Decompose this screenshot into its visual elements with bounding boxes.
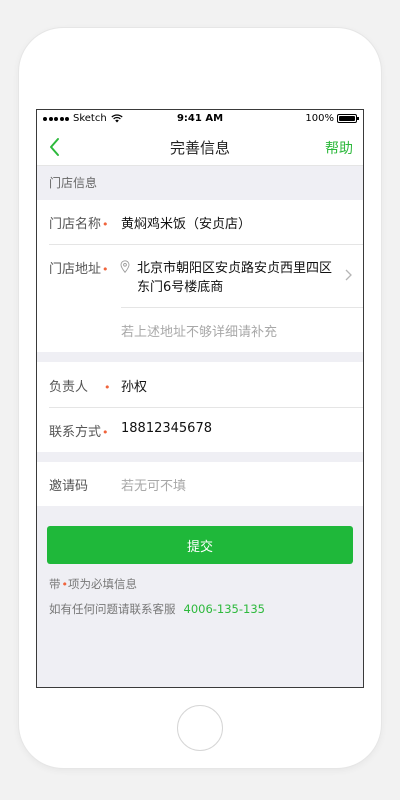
store-address-value: 北京市朝阳区安贞路安贞西里四区东门6号楼底商 [137,261,333,295]
store-address-label: 门店地址• [49,262,109,277]
invite-label: 邀请码 [49,479,89,494]
app-screen: Sketch 9:41 AM 100% 完善信息 帮助 门店信息 门店名称• 黄… [36,109,364,688]
store-name-input[interactable]: 黄焖鸡米饭（安贞店） [121,213,251,232]
person-label: 负责人 • [49,380,111,395]
store-name-label: 门店名称• [49,217,109,232]
store-info-group: 门店名称• 黄焖鸡米饭（安贞店） 门店地址• 北京市朝阳区安贞路安贞西里四区东门… [37,200,363,352]
contact-note: 如有任何问题请联系客服 4006-135-135 [49,602,265,616]
section-header-store: 门店信息 [49,176,98,190]
battery-icon [337,114,359,123]
phone-row[interactable]: 联系方式• 18812345678 [37,408,363,452]
help-button[interactable]: 帮助 [325,138,353,158]
submit-button[interactable]: 提交 [47,526,353,564]
phone-input[interactable]: 18812345678 [121,421,212,436]
nav-bar: 完善信息 帮助 [37,128,363,166]
person-input[interactable]: 孙权 [121,376,147,395]
chevron-right-icon[interactable] [344,268,353,282]
store-name-row[interactable]: 门店名称• 黄焖鸡米饭（安贞店） [37,200,363,244]
address-detail-input[interactable]: 若上述地址不够详细请补充 [121,321,277,340]
contact-info-group: 负责人 • 孙权 联系方式• 18812345678 [37,362,363,452]
battery-percent: 100% [305,113,334,124]
address-detail-row[interactable]: 若上述地址不够详细请补充 [37,308,363,352]
person-row[interactable]: 负责人 • 孙权 [37,362,363,407]
location-pin-icon [120,260,130,273]
service-phone-link[interactable]: 4006-135-135 [184,602,265,616]
home-button[interactable] [177,705,223,751]
status-bar: Sketch 9:41 AM 100% [37,110,363,128]
phone-label: 联系方式• [49,425,109,440]
required-note: 带•项为必填信息 [49,577,137,591]
invite-input[interactable]: 若无可不填 [121,475,186,494]
page-title: 完善信息 [169,139,230,157]
store-address-row[interactable]: 门店地址• 北京市朝阳区安贞路安贞西里四区东门6号楼底商 [37,245,363,307]
invite-row[interactable]: 邀请码 若无可不填 [37,462,363,506]
invite-group: 邀请码 若无可不填 [37,462,363,506]
